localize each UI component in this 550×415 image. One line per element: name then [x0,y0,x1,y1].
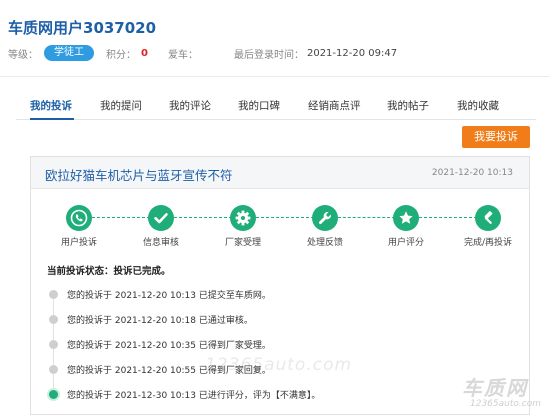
complaint-card-header: 欧拉好猫车机芯片与蓝牙宣传不符 2021-12-20 10:13 [31,157,529,189]
step-label: 用户投诉 [60,238,97,248]
complaint-date: 2021-12-20 10:13 [431,168,513,178]
step-label: 用户评分 [387,238,424,248]
step-label: 信息审核 [142,238,179,248]
step-info-review: 信息审核 [121,205,201,248]
timeline-dot [49,340,58,349]
step-label: 处理反馈 [306,238,343,248]
header-divider [0,76,550,77]
watermark-url: 12365auto.com [470,399,541,409]
last-login-value: 2021-12-20 09:47 [306,47,398,59]
timeline-dot [49,290,58,299]
tab-my-comments[interactable]: 我的评论 [169,98,211,113]
hammer-icon [475,205,501,231]
corner-watermark-logo: 车质网 12365auto.com [448,372,550,415]
submit-complaint-button[interactable]: 我要投诉 [462,126,530,148]
gear-icon [230,205,256,231]
tab-my-posts[interactable]: 我的帖子 [387,98,429,113]
step-label: 完成/再投诉 [463,238,513,248]
step-complete-recomplain: 完成/再投诉 [448,205,528,248]
step-label: 厂家受理 [224,238,261,248]
car-label: 爱车： [167,49,198,61]
checkmark-icon [148,205,174,231]
tab-dealer-reviews[interactable]: 经销商点评 [308,98,361,113]
step-manufacturer-accept: 厂家受理 [203,205,283,248]
points-value: 0 [141,47,148,59]
timeline-text: 您的投诉于 2021-12-20 10:55 已得到厂家回复。 [67,366,271,376]
timeline-text: 您的投诉于 2021-12-20 10:18 已通过审核。 [67,316,253,326]
user-meta-row: 等级： 学徒工 积分： 0 爱车： 最后登录时间： 2021-12-20 09:… [8,44,397,62]
tab-my-reputation[interactable]: 我的口碑 [238,98,280,113]
profile-tabs: 我的投诉 我的提问 我的评论 我的口碑 经销商点评 我的帖子 我的收藏 [16,94,536,120]
phone-icon [66,205,92,231]
timeline-dot [49,315,58,324]
step-user-complaint: 用户投诉 [39,205,119,248]
tab-my-favorites[interactable]: 我的收藏 [457,98,499,113]
timeline-text: 您的投诉于 2021-12-30 10:13 已进行评分，评为【不满意】。 [67,391,321,401]
progress-steps: 用户投诉 信息审核 厂家受理 处理反馈 用户评分 完成/再投诉 [31,205,529,249]
complaint-title[interactable]: 欧拉好猫车机芯片与蓝牙宣传不符 [45,165,233,184]
points-label: 积分： [106,49,136,61]
level-label: 等级： [8,49,38,61]
timeline-dot-current [49,390,58,399]
timeline-text: 您的投诉于 2021-12-20 10:35 已得到厂家受理。 [67,341,271,351]
last-login-label: 最后登录时间： [233,49,304,61]
username-title: 车质网用户3037020 [8,19,157,37]
user-header: 车质网用户3037020 等级： 学徒工 积分： 0 爱车： 最后登录时间： 2… [0,0,550,84]
complaint-status: 当前投诉状态：投诉已完成。 [47,266,171,277]
wrench-icon [312,205,338,231]
timeline-dot [49,365,58,374]
watermark-brand: 车质网 [462,376,528,400]
step-user-rating: 用户评分 [366,205,446,248]
active-tab-indicator [30,118,74,120]
tab-my-complaints[interactable]: 我的投诉 [30,98,72,113]
timeline-text: 您的投诉于 2021-12-20 10:13 已提交至车质网。 [67,291,271,301]
star-icon [393,205,419,231]
step-processing-feedback: 处理反馈 [285,205,365,248]
tab-my-questions[interactable]: 我的提问 [100,98,142,113]
level-badge: 学徒工 [44,45,94,61]
